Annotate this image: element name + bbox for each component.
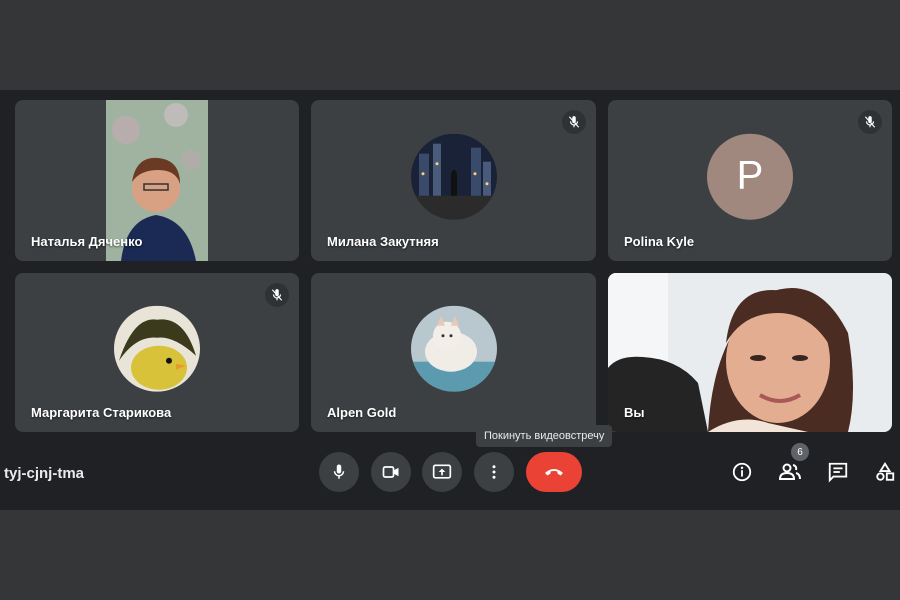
meeting-code[interactable]: tyj-cjnj-tma: [4, 465, 84, 482]
present-button[interactable]: [422, 452, 462, 492]
end-call-icon: [545, 469, 563, 476]
participant-name: Alpen Gold: [327, 405, 397, 420]
activities-icon: [876, 462, 895, 481]
participant-name: Polina Kyle: [624, 234, 695, 249]
people-button[interactable]: [776, 458, 804, 486]
mic-button[interactable]: [319, 452, 359, 492]
more-vert-icon: [492, 465, 496, 479]
participant-name: Вы: [624, 405, 645, 420]
participant-avatar: [410, 305, 497, 392]
mic-off-icon: [265, 283, 289, 307]
participant-name: Маргарита Старикова: [31, 405, 172, 420]
chat-button[interactable]: [824, 458, 852, 486]
participant-avatar: P: [707, 133, 793, 220]
leave-call-tooltip: Покинуть видеовстречу: [476, 425, 613, 447]
meet-window: Наталья Дяченко Милана Закутняя P Polina…: [0, 90, 900, 510]
self-view-tile[interactable]: Вы: [608, 273, 892, 432]
participant-tile[interactable]: P Polina Kyle: [608, 100, 892, 261]
end-call-button[interactable]: [526, 452, 582, 492]
mic-icon: [333, 464, 345, 479]
participant-tile[interactable]: Наталья Дяченко: [15, 100, 299, 261]
activities-button[interactable]: [871, 458, 899, 486]
meeting-details-button[interactable]: [728, 458, 756, 486]
participant-tile[interactable]: Alpen Gold: [311, 273, 596, 432]
participant-tile[interactable]: Маргарита Старикова: [15, 273, 299, 432]
video-camera-icon: [382, 466, 399, 478]
chat-icon: [828, 462, 848, 483]
participant-video: [608, 273, 892, 432]
participant-tile[interactable]: Милана Закутняя: [311, 100, 596, 261]
present-screen-icon: [432, 464, 452, 479]
participant-name: Наталья Дяченко: [31, 234, 143, 249]
mic-off-icon: [562, 110, 586, 134]
participant-avatar: [410, 133, 497, 220]
mic-off-icon: [858, 110, 882, 134]
participant-count-badge: 6: [791, 443, 809, 461]
people-icon: [778, 463, 801, 480]
participant-avatar: [114, 305, 200, 392]
camera-button[interactable]: [371, 452, 411, 492]
more-options-button[interactable]: [474, 452, 514, 492]
info-icon: [732, 462, 752, 482]
participant-name: Милана Закутняя: [327, 234, 439, 249]
